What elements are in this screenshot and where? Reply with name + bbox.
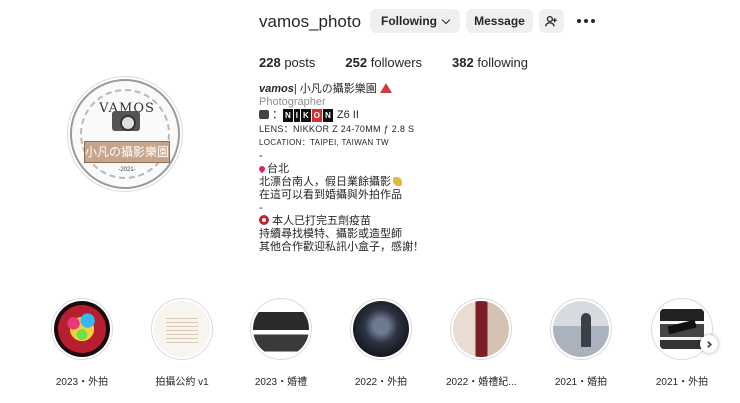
following-button[interactable]: Following: [370, 9, 460, 33]
chevron-right-icon: [704, 340, 712, 348]
suggest-users-button[interactable]: [539, 9, 564, 33]
highlight-label: 2022・外拍: [354, 377, 408, 388]
document-thumbnail: [154, 301, 210, 357]
movie-camera-icon: [259, 110, 269, 119]
highlight-circle: [550, 298, 612, 360]
highlight-circle: [250, 298, 312, 360]
following-stat[interactable]: 382 following: [452, 55, 528, 70]
bio-name-bold: vamos: [259, 83, 294, 95]
bio-seek-line: 持續尋找模特、攝影或造型師: [259, 228, 402, 240]
camera-model: Z6 II: [336, 109, 359, 121]
highlight-circle: [151, 298, 213, 360]
followers-stat[interactable]: 252 followers: [345, 55, 422, 70]
bio-contact-line: 其他合作歡迎私訊小盒子，感謝！: [259, 241, 424, 253]
profile-avatar[interactable]: VAMOS 小凡の攝影樂園 -2021-: [67, 76, 183, 192]
couple-portrait-thumbnail: [353, 301, 409, 357]
bio-vaccine-text: 本人已打完五劑疫苗: [272, 215, 371, 227]
highlight-label: 拍攝公約 v1: [155, 377, 209, 388]
prewedding-thumbnail: [553, 301, 609, 357]
nikon-letter: N: [323, 109, 333, 122]
posts-stat: 228 posts: [259, 55, 315, 70]
nikon-letter: I: [293, 109, 301, 122]
highlight-item[interactable]: 2022・婚禮紀...: [446, 298, 516, 388]
highlight-item[interactable]: 2021・婚拍: [546, 298, 616, 388]
bio-intro-line-2: 在這可以看到婚攝與外拍作品: [259, 189, 402, 201]
bio-separator: -: [259, 202, 263, 214]
bio-separator: -: [259, 150, 263, 162]
posts-count: 228: [259, 55, 281, 70]
profile-stats: 228 posts 252 followers 382 following: [259, 55, 558, 70]
following-button-label: Following: [381, 14, 437, 28]
highlight-item[interactable]: 2022・外拍: [346, 298, 416, 388]
highlight-item[interactable]: 拍攝公約 v1: [147, 298, 217, 388]
bio-location-line: LOCATION：TAIPEI, TAIWAN TW: [259, 138, 389, 147]
more-options-icon[interactable]: [577, 19, 595, 23]
bio-camera-line: ： N I K O N Z6 II: [259, 109, 589, 122]
avatar-banner-text: 小凡の攝影樂園: [84, 141, 170, 163]
wedding-collage-thumbnail: [253, 301, 309, 357]
clapping-hands-icon: [393, 177, 402, 186]
bio-vaccine-line: 本人已打完五劑疫苗: [259, 215, 589, 228]
highlight-label: 2023・婚禮: [254, 377, 308, 388]
camera-icon: [112, 111, 140, 131]
nikon-letter: N: [283, 109, 293, 122]
person-add-icon: [545, 15, 557, 26]
highlight-item[interactable]: 2023・婚禮: [246, 298, 316, 388]
highlight-circle: [51, 298, 113, 360]
bio-name-line: vamos| 小凡の攝影樂園: [259, 83, 589, 96]
avatar-year-text: -2021-: [118, 167, 136, 173]
bio-name-rest: | 小凡の攝影樂園: [293, 83, 377, 95]
following-count: 382: [452, 55, 474, 70]
highlight-label: 2022・婚禮紀...: [446, 377, 516, 388]
highlight-circle: [350, 298, 412, 360]
disco-ball-thumbnail: [54, 301, 110, 357]
story-highlights: 2023・外拍 拍攝公約 v1 2023・婚禮 2022・外拍 2022・婚禮紀…: [0, 298, 740, 398]
highlight-label: 2023・外拍: [55, 377, 109, 388]
circus-tent-icon: [379, 83, 392, 93]
followers-label: followers: [370, 55, 423, 70]
profile-bio: vamos| 小凡の攝影樂園 Photographer ： N I K O N Z6 II…: [257, 83, 589, 254]
red-circle-icon: [259, 215, 269, 225]
bio-lens-line: LENS：NIKKOR Z 24-70MM ƒ 2.8 S: [259, 124, 415, 134]
highlights-next-button[interactable]: [700, 335, 718, 353]
followers-count: 252: [345, 55, 368, 70]
highlight-label: 2021・婚拍: [554, 377, 608, 388]
message-button-label: Message: [474, 14, 525, 28]
bride-red-dress-thumbnail: [453, 301, 509, 357]
highlight-label: 2021・外拍: [655, 377, 709, 388]
avatar-logo: VAMOS 小凡の攝影樂園 -2021-: [70, 79, 180, 189]
following-label: following: [477, 55, 528, 70]
chevron-down-icon: [441, 15, 451, 24]
bio-city-line: 台北: [257, 163, 589, 176]
nikon-letter: K: [301, 109, 311, 122]
bio-intro-text: 北漂台南人，假日業餘攝影: [259, 176, 391, 188]
camera-prefix: ：: [272, 109, 283, 121]
profile-username: vamos_photo: [259, 12, 362, 31]
message-button[interactable]: Message: [466, 9, 533, 33]
bio-city: 台北: [267, 163, 289, 175]
bio-category: Photographer: [259, 96, 326, 108]
highlight-circle: [450, 298, 512, 360]
highlight-item[interactable]: 2023・外拍: [47, 298, 117, 388]
location-pin-icon: [257, 164, 267, 174]
nikon-letter: O: [311, 109, 323, 122]
bio-intro-line: 北漂台南人，假日業餘攝影: [259, 176, 589, 189]
posts-label: posts: [284, 55, 316, 70]
